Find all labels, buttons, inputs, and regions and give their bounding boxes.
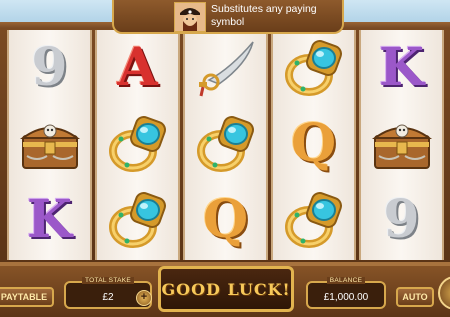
symbol-q-text: Q	[290, 113, 337, 174]
symbol-k-text: K	[378, 37, 425, 98]
treasure-chest-icon	[9, 106, 90, 182]
treasure-chest-icon	[361, 106, 442, 182]
symbol-letter-q: Q	[273, 106, 354, 182]
reel-1: 9K	[7, 30, 92, 260]
symbol-q-text: Q	[202, 189, 249, 250]
balance-value: £1,000.00	[323, 292, 369, 303]
symbol-letter-q: Q	[185, 182, 266, 258]
reel-5: K9	[359, 30, 444, 260]
symbol-letter-9: 9	[361, 182, 442, 258]
symbol-letter-k: K	[361, 30, 442, 106]
gem-ring-icon	[97, 182, 178, 258]
gem-ring-icon	[97, 106, 178, 182]
symbol-letter-a: A	[97, 30, 178, 106]
autoplay-button[interactable]: AUTO	[396, 287, 434, 307]
spin-message-button[interactable]: GOOD LUCK!	[158, 266, 294, 312]
good-luck-message: GOOD LUCK!	[161, 279, 291, 299]
symbol-letter-9: 9	[9, 30, 90, 106]
balance-panel: BALANCE £1,000.00	[306, 277, 386, 309]
wild-tooltip: Substitutes any paying symbol	[112, 0, 344, 34]
reel-2: A	[95, 30, 180, 260]
symbol-k-text: K	[26, 189, 73, 250]
gem-ring-icon	[273, 182, 354, 258]
symbol-letter-k: K	[9, 182, 90, 258]
stake-plus-button[interactable]: +	[136, 290, 152, 306]
cutlass-icon	[185, 30, 266, 106]
gem-ring-icon	[185, 106, 266, 182]
total-stake-label: TOTAL STAKE	[81, 277, 135, 284]
tooltip-text: Substitutes any paying symbol	[211, 3, 317, 28]
symbol-a-text: A	[117, 37, 158, 98]
gem-ring-icon	[273, 30, 354, 106]
reel-4: Q	[271, 30, 356, 260]
symbol-9-text: 9	[383, 189, 420, 250]
symbol-9-text: 9	[31, 37, 68, 98]
reel-3: Q	[183, 30, 268, 260]
balance-label: BALANCE	[326, 277, 366, 284]
paytable-button[interactable]: PAYTABLE	[0, 287, 54, 307]
pirate-portrait-icon	[174, 2, 206, 32]
